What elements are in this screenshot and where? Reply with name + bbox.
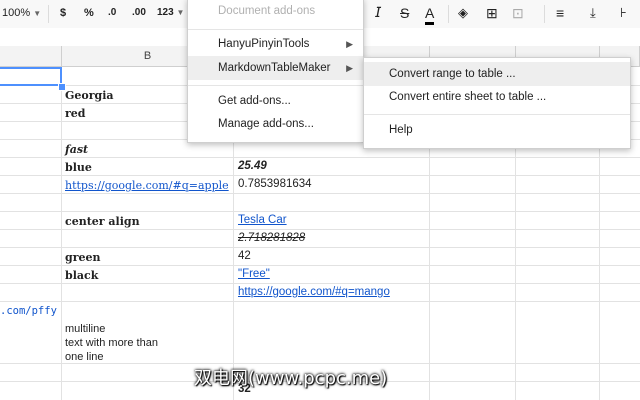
- more-formats-button[interactable]: 123 ▼: [157, 0, 184, 28]
- cell-c10[interactable]: 2.718281828: [238, 232, 305, 244]
- strikethrough-button[interactable]: S: [400, 0, 409, 28]
- markdowntablemaker-submenu: Convert range to table ... Convert entir…: [363, 57, 631, 149]
- fill-color-icon[interactable]: ◈: [458, 0, 468, 28]
- grid-line: [61, 67, 62, 400]
- document-addons-header: Document add-ons: [218, 5, 316, 17]
- more-formats-label: 123: [157, 7, 174, 18]
- cell-b9[interactable]: center align: [65, 215, 140, 228]
- toolbar-divider: [448, 5, 449, 23]
- menu-item-help[interactable]: Help: [364, 118, 630, 142]
- submenu-arrow-icon: ▶: [346, 63, 353, 73]
- menu-separator: [188, 85, 363, 86]
- menu-item-convert-range[interactable]: Convert range to table ...: [364, 62, 630, 86]
- cell-b15-line: text with more than: [65, 337, 158, 349]
- merge-cells-icon[interactable]: ⊡: [512, 0, 524, 28]
- cell-c7[interactable]: 0.7853981634: [238, 178, 312, 190]
- cell-b7[interactable]: https://google.com/#q=apple: [65, 179, 229, 192]
- cell-c6[interactable]: 25.49: [238, 160, 267, 172]
- cell-c12[interactable]: "Free": [238, 268, 270, 280]
- grid-line: [0, 193, 640, 194]
- grid-line: [0, 301, 640, 302]
- cell-b15-line: multiline: [65, 323, 106, 335]
- menu-item-manage-addons[interactable]: Manage add-ons...: [188, 112, 363, 136]
- column-header-a[interactable]: [0, 46, 62, 66]
- align-left-icon[interactable]: ≡: [556, 0, 564, 28]
- menu-item-label: MarkdownTableMaker: [218, 62, 331, 74]
- menu-separator: [188, 29, 363, 30]
- text-color-button[interactable]: A: [425, 2, 435, 25]
- grid-line: [0, 229, 640, 230]
- selected-cell[interactable]: [0, 67, 62, 86]
- menu-item-get-addons[interactable]: Get add-ons...: [188, 89, 363, 113]
- chevron-down-icon: ▼: [176, 8, 185, 17]
- zoom-select[interactable]: 100% ▼: [2, 0, 41, 28]
- cell-b2[interactable]: Georgia: [65, 89, 114, 102]
- borders-icon[interactable]: ⊞: [486, 0, 498, 28]
- grid-line: [0, 283, 640, 284]
- italic-button[interactable]: 𝘐: [375, 0, 381, 28]
- menu-item-label: HanyuPinyinTools: [218, 38, 310, 50]
- currency-format-button[interactable]: $: [60, 0, 66, 28]
- text-wrap-icon[interactable]: ⊦: [620, 0, 627, 28]
- grid-line: [0, 211, 640, 212]
- decrease-decimals-button[interactable]: .0: [108, 0, 116, 28]
- grid-line: [0, 157, 640, 158]
- cell-b11[interactable]: green: [65, 251, 100, 264]
- zoom-value: 100%: [2, 7, 31, 19]
- grid-line: [0, 247, 640, 248]
- submenu-arrow-icon: ▶: [346, 39, 353, 49]
- vertical-align-icon[interactable]: ⤓: [590, 0, 596, 28]
- menu-item-markdowntablemaker[interactable]: MarkdownTableMaker ▶: [188, 56, 363, 80]
- chevron-down-icon: ▼: [33, 9, 42, 18]
- cell-a14[interactable]: .com/pffy: [0, 305, 57, 317]
- menu-item-convert-entire-sheet[interactable]: Convert entire sheet to table ...: [364, 85, 630, 109]
- toolbar-divider: [544, 5, 545, 23]
- cell-b15-line: one line: [65, 351, 104, 363]
- cell-b5[interactable]: fast: [65, 143, 88, 156]
- grid-line: [0, 265, 640, 266]
- grid-line: [0, 175, 640, 176]
- addons-menu: Document add-ons HanyuPinyinTools ▶ Mark…: [187, 0, 364, 143]
- cell-b12[interactable]: black: [65, 269, 98, 282]
- percent-format-button[interactable]: %: [84, 0, 94, 28]
- cell-b6[interactable]: blue: [65, 161, 92, 174]
- toolbar-divider: [48, 5, 49, 23]
- cell-c11[interactable]: 42: [238, 250, 251, 262]
- cell-c13[interactable]: https://google.com/#q=mango: [238, 286, 390, 298]
- cell-b15[interactable]: multiline text with more than one line: [65, 322, 158, 364]
- cell-c9[interactable]: Tesla Car: [238, 214, 287, 226]
- menu-separator: [364, 114, 630, 115]
- watermark-text: 双电网(www.pcpc.me): [194, 368, 388, 389]
- menu-item-hanyupinyintools[interactable]: HanyuPinyinTools ▶: [188, 32, 363, 56]
- increase-decimals-button[interactable]: .00: [132, 0, 146, 28]
- cell-b3[interactable]: red: [65, 107, 86, 120]
